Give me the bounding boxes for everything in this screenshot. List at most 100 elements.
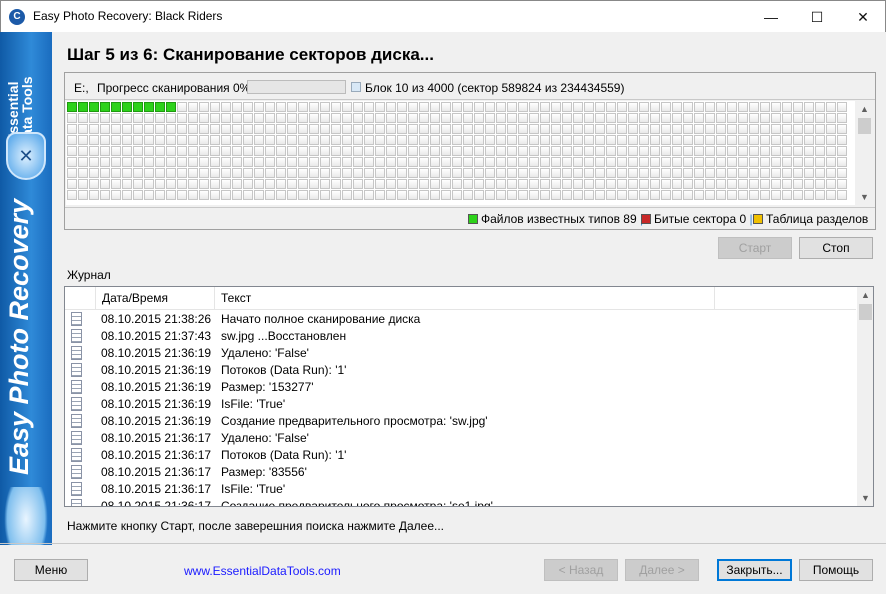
sector-block [188, 146, 198, 156]
sector-block [166, 168, 176, 178]
sector-block [155, 146, 165, 156]
document-icon [71, 329, 82, 343]
sector-block [793, 179, 803, 189]
sector-block [397, 157, 407, 167]
website-link[interactable]: www.EssentialDataTools.com [184, 564, 341, 578]
sector-block [177, 146, 187, 156]
sector-block [562, 124, 572, 134]
close-window-button[interactable]: ✕ [840, 1, 886, 33]
sector-block [815, 124, 825, 134]
sector-block [67, 124, 77, 134]
stop-button[interactable]: Стоп [799, 237, 873, 259]
maximize-button[interactable]: ☐ [794, 1, 840, 33]
sector-block [122, 190, 132, 200]
sector-block [595, 124, 605, 134]
journal-row[interactable]: 08.10.2015 21:36:17 Удалено: 'False' [65, 430, 856, 447]
journal-scrollbar[interactable]: ▲ ▼ [857, 287, 873, 506]
sector-block [837, 113, 847, 123]
sector-block [254, 113, 264, 123]
column-icon[interactable] [65, 287, 96, 310]
sector-block [760, 113, 770, 123]
sector-block [441, 168, 451, 178]
journal-row[interactable]: 08.10.2015 21:36:19 Размер: '153277' [65, 379, 856, 396]
sector-block [782, 179, 792, 189]
journal-row[interactable]: 08.10.2015 21:36:17 Размер: '83556' [65, 464, 856, 481]
document-icon [71, 346, 82, 360]
row-date: 08.10.2015 21:36:19 [101, 363, 212, 377]
sector-block [298, 190, 308, 200]
sector-block [562, 113, 572, 123]
sector-block [617, 102, 627, 112]
sector-block [672, 190, 682, 200]
sector-block [188, 113, 198, 123]
sector-block [210, 168, 220, 178]
sector-block [199, 190, 209, 200]
sector-block [100, 190, 110, 200]
journal-row[interactable]: 08.10.2015 21:37:43 sw.jpg ...Восстановле… [65, 328, 856, 345]
sector-block [408, 124, 418, 134]
sector-block [705, 102, 715, 112]
sector-block [683, 102, 693, 112]
scroll-thumb[interactable] [859, 304, 872, 320]
sector-block [243, 157, 253, 167]
sector-block [408, 135, 418, 145]
sector-block [551, 113, 561, 123]
column-datetime[interactable]: Дата/Время [96, 287, 215, 310]
sector-block [232, 146, 242, 156]
sector-block-found [122, 102, 132, 112]
close-button[interactable]: Закрыть... [717, 559, 792, 581]
journal-row[interactable]: 08.10.2015 21:36:17 Потоков (Data Run): '… [65, 447, 856, 464]
menu-button[interactable]: Меню [14, 559, 88, 581]
back-button[interactable]: < Назад [544, 559, 618, 581]
sector-block [474, 124, 484, 134]
sector-block [232, 168, 242, 178]
journal-row[interactable]: 08.10.2015 21:36:19 Создание предваритель… [65, 413, 856, 430]
sector-block [342, 135, 352, 145]
sector-block [89, 135, 99, 145]
journal-list[interactable]: Дата/Время Текст 08.10.2015 21:38:26 Нача… [64, 286, 874, 507]
sector-block [232, 113, 242, 123]
scroll-up-icon[interactable]: ▲ [856, 101, 873, 117]
sector-block [606, 146, 616, 156]
grid-scrollbar[interactable]: ▲ ▼ [856, 101, 873, 205]
sector-block [375, 179, 385, 189]
sector-block [562, 157, 572, 167]
sector-block [507, 113, 517, 123]
help-button[interactable]: Помощь [799, 559, 873, 581]
column-text[interactable]: Текст [215, 287, 715, 310]
sector-block [518, 113, 528, 123]
sector-block [540, 146, 550, 156]
sector-block [628, 157, 638, 167]
scroll-up-icon[interactable]: ▲ [857, 287, 873, 303]
sector-block [155, 124, 165, 134]
minimize-button[interactable]: — [748, 1, 794, 33]
sector-block [661, 168, 671, 178]
scroll-down-icon[interactable]: ▼ [856, 189, 873, 205]
journal-row[interactable]: 08.10.2015 21:36:19 Потоков (Data Run): '… [65, 362, 856, 379]
sector-block [177, 124, 187, 134]
scroll-thumb[interactable] [858, 118, 871, 134]
sector-block [89, 124, 99, 134]
sector-block [375, 102, 385, 112]
sector-block [232, 135, 242, 145]
document-icon [71, 482, 82, 496]
scroll-down-icon[interactable]: ▼ [857, 490, 873, 506]
journal-row[interactable]: 08.10.2015 21:36:17 Создание предваритель… [65, 498, 856, 506]
journal-row[interactable]: 08.10.2015 21:38:26 Начато полное сканиро… [65, 311, 856, 328]
sector-block [430, 146, 440, 156]
sector-block [419, 124, 429, 134]
sector-block [617, 113, 627, 123]
sector-block [331, 124, 341, 134]
sector-block [595, 135, 605, 145]
journal-row[interactable]: 08.10.2015 21:36:17 IsFile: 'True' [65, 481, 856, 498]
journal-row[interactable]: 08.10.2015 21:36:19 Удалено: 'False' [65, 345, 856, 362]
sector-block [155, 157, 165, 167]
sector-block [826, 168, 836, 178]
start-button[interactable]: Старт [718, 237, 792, 259]
sector-block [716, 102, 726, 112]
next-button[interactable]: Далее > [625, 559, 699, 581]
journal-row[interactable]: 08.10.2015 21:36:19 IsFile: 'True' [65, 396, 856, 413]
sector-block [672, 124, 682, 134]
sector-block [826, 113, 836, 123]
sector-block [562, 179, 572, 189]
